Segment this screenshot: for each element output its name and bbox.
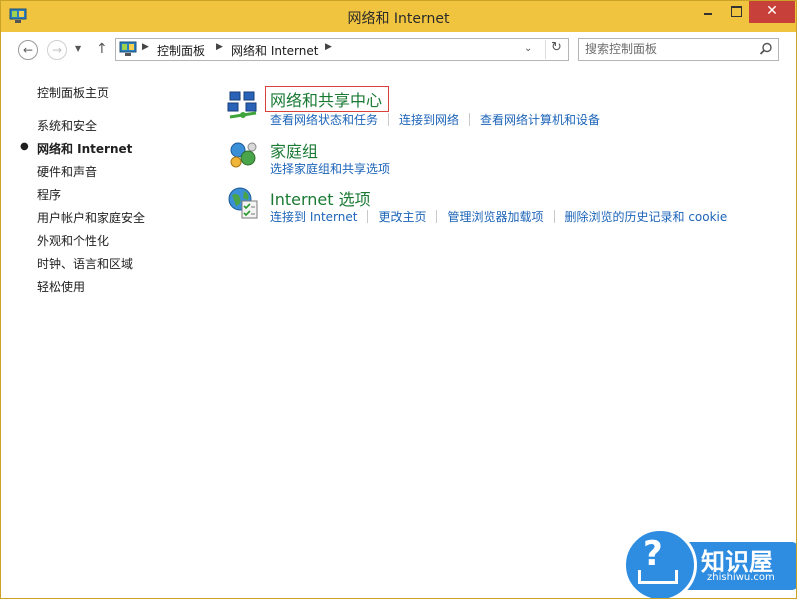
sidebar-item-hardware-sound[interactable]: 硬件和声音 bbox=[37, 163, 97, 180]
sidebar-item-user-accounts[interactable]: 用户帐户和家庭安全 bbox=[37, 209, 145, 226]
refresh-button[interactable]: ↻ bbox=[545, 40, 567, 59]
sidebar-item-system-security[interactable]: 系统和安全 bbox=[37, 117, 97, 134]
recent-locations-chevron-icon[interactable]: ▼ bbox=[75, 44, 81, 53]
link-homegroup-sharing-options[interactable]: 选择家庭组和共享选项 bbox=[270, 162, 390, 176]
maximize-button[interactable] bbox=[723, 1, 749, 23]
active-bullet-icon: ● bbox=[20, 141, 29, 152]
window-title: 网络和 Internet bbox=[347, 11, 450, 27]
search-box[interactable] bbox=[578, 38, 779, 61]
category-title-internet-options[interactable]: Internet 选项 bbox=[270, 186, 371, 210]
address-dropdown-icon[interactable]: ⌄ bbox=[524, 43, 532, 54]
category-links: 查看网络状态和任务 连接到网络 查看网络计算机和设备 bbox=[270, 111, 600, 128]
link-divider bbox=[367, 210, 369, 223]
category-internet-options: Internet 选项 连接到 Internet 更改主页 管理浏览器加载项 删除浏览… bbox=[226, 186, 766, 226]
navigation-bar: ← → ▼ ↑ ▶ 控制面板 ▶ 网络和 Internet ▶ ⌄ ↻ bbox=[1, 32, 796, 67]
category-title-homegroup[interactable]: 家庭组 bbox=[270, 138, 318, 162]
up-arrow-icon[interactable]: ↑ bbox=[96, 41, 108, 57]
sidebar-item-home[interactable]: 控制面板主页 bbox=[37, 84, 109, 101]
close-button[interactable]: ✕ bbox=[749, 1, 795, 23]
sidebar-item-programs[interactable]: 程序 bbox=[37, 186, 61, 203]
breadcrumb-separator-icon[interactable]: ▶ bbox=[142, 42, 149, 52]
site-watermark: ? 知识屋 zhishiwu.com bbox=[613, 522, 796, 598]
breadcrumb-separator-icon[interactable]: ▶ bbox=[216, 42, 223, 52]
category-network-sharing: 网络和共享中心 查看网络状态和任务 连接到网络 查看网络计算机和设备 bbox=[226, 86, 746, 129]
forward-button[interactable]: → bbox=[47, 40, 67, 60]
link-divider bbox=[469, 113, 471, 126]
close-icon: ✕ bbox=[766, 3, 778, 19]
link-manage-addons[interactable]: 管理浏览器加载项 bbox=[447, 210, 543, 224]
breadcrumb-separator-icon[interactable]: ▶ bbox=[325, 42, 332, 52]
category-links: 选择家庭组和共享选项 bbox=[270, 160, 390, 177]
search-input[interactable] bbox=[585, 42, 755, 56]
link-view-network-status[interactable]: 查看网络状态和任务 bbox=[270, 113, 378, 127]
category-links: 连接到 Internet 更改主页 管理浏览器加载项 删除浏览的历史记录和 cooki… bbox=[270, 208, 727, 225]
question-mark-icon: ? bbox=[643, 534, 663, 574]
link-divider bbox=[553, 210, 555, 223]
link-connect-to-internet[interactable]: 连接到 Internet bbox=[270, 210, 357, 224]
link-divider bbox=[388, 113, 390, 126]
category-homegroup: 家庭组 选择家庭组和共享选项 bbox=[226, 138, 746, 178]
network-sharing-icon[interactable] bbox=[226, 89, 260, 123]
category-title-network-sharing-center[interactable]: 网络和共享中心 bbox=[265, 86, 390, 112]
link-delete-browsing-history[interactable]: 删除浏览的历史记录和 cookie bbox=[565, 210, 728, 224]
breadcrumb-network-internet[interactable]: 网络和 Internet bbox=[231, 42, 318, 59]
minimize-button[interactable] bbox=[695, 1, 721, 23]
search-icon[interactable] bbox=[759, 42, 773, 56]
address-bar[interactable]: ▶ 控制面板 ▶ 网络和 Internet ▶ ⌄ ↻ bbox=[115, 38, 569, 61]
link-divider bbox=[436, 210, 438, 223]
back-button[interactable]: ← bbox=[18, 40, 38, 60]
monitor-icon bbox=[638, 570, 678, 584]
link-change-homepage[interactable]: 更改主页 bbox=[378, 210, 426, 224]
title-bar[interactable]: 网络和 Internet ✕ bbox=[1, 1, 796, 32]
sidebar-item-ease-of-access[interactable]: 轻松使用 bbox=[37, 278, 85, 295]
sidebar-item-clock-language[interactable]: 时钟、语言和区域 bbox=[37, 255, 133, 272]
internet-options-icon[interactable] bbox=[226, 186, 260, 220]
sidebar-item-appearance[interactable]: 外观和个性化 bbox=[37, 232, 109, 249]
breadcrumb-control-panel[interactable]: 控制面板 bbox=[157, 42, 205, 59]
control-panel-icon bbox=[119, 41, 137, 56]
control-panel-window: 网络和 Internet ✕ ← → ▼ ↑ ▶ 控制面板 ▶ 网络和 Inte… bbox=[0, 0, 797, 599]
sidebar-item-network-internet[interactable]: 网络和 Internet bbox=[37, 140, 132, 157]
watermark-subtitle: zhishiwu.com bbox=[707, 572, 775, 583]
link-view-network-computers[interactable]: 查看网络计算机和设备 bbox=[480, 113, 600, 127]
homegroup-icon[interactable] bbox=[226, 138, 260, 172]
link-connect-to-network[interactable]: 连接到网络 bbox=[399, 113, 459, 127]
